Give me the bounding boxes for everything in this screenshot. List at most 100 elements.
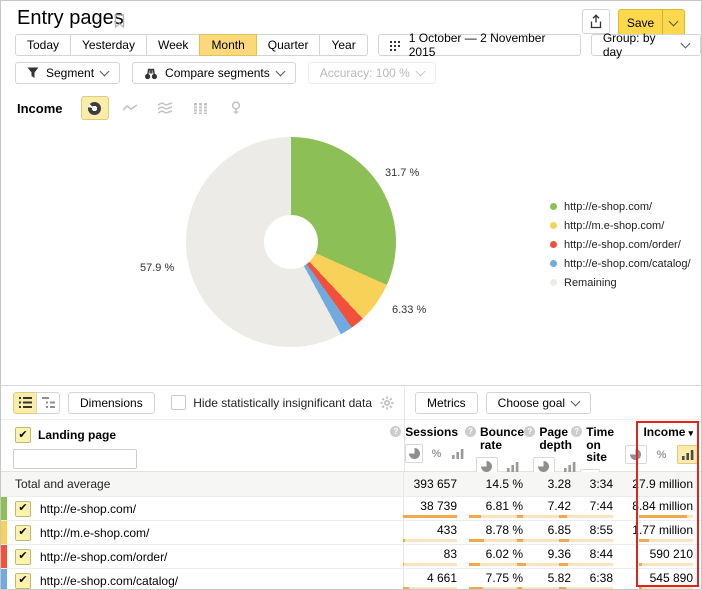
segment-button[interactable]: Segment (15, 62, 120, 84)
column-sort-control[interactable]: Sessions (405, 426, 458, 439)
help-icon[interactable]: ? (524, 426, 535, 437)
period-tab-quarter[interactable]: Quarter (256, 34, 321, 56)
percent-view-icon[interactable]: % (428, 445, 444, 462)
hide-insignificant-checkbox[interactable] (171, 395, 186, 410)
date-range-button[interactable]: 1 October — 2 November 2015 (378, 34, 581, 56)
column-label: on site (586, 439, 614, 463)
metric-cell: 14.5 % (465, 472, 531, 496)
period-tab-year[interactable]: Year (319, 34, 367, 56)
metric-bar (559, 515, 613, 518)
metric-bar (403, 587, 457, 590)
chevron-down-icon (415, 67, 425, 77)
metric-value: 433 (437, 524, 457, 537)
row-checkbox[interactable]: ✔ (15, 549, 31, 565)
choose-goal-button[interactable]: Choose goal (486, 392, 591, 414)
legend-item[interactable]: http://e-shop.com/ (550, 197, 691, 216)
period-tab-yesterday[interactable]: Yesterday (70, 34, 147, 56)
landing-page-url[interactable]: http://e-shop.com/order/ (40, 550, 167, 564)
legend-item[interactable]: http://e-shop.com/order/ (550, 235, 691, 254)
metrics-button[interactable]: Metrics (415, 392, 478, 414)
landing-page-url[interactable]: http://e-shop.com/catalog/ (40, 574, 178, 588)
percent-view-icon[interactable]: % (652, 446, 672, 463)
row-color-stripe (1, 569, 7, 590)
column-label: rate (480, 439, 524, 451)
metric-cell: 3:34 (579, 472, 621, 496)
period-tab-month[interactable]: Month (199, 34, 256, 56)
column-sort-control[interactable]: Pagedepth (539, 426, 572, 452)
metric-cell: 8:44 (579, 545, 621, 568)
bars-view-icon[interactable] (677, 445, 699, 464)
income-donut-chart[interactable] (186, 137, 396, 347)
group-by-button[interactable]: Group: by day (591, 34, 701, 56)
metric-value: 3:34 (590, 478, 613, 491)
metric-bar (639, 587, 693, 590)
chevron-down-icon (669, 17, 679, 27)
stacked-areas-icon[interactable] (153, 97, 179, 119)
row-checkbox[interactable]: ✔ (15, 501, 31, 517)
sort-desc-icon: ▾ (688, 428, 693, 438)
row-color-stripe (1, 545, 7, 568)
metric-bar (469, 515, 523, 518)
columns-chart-icon[interactable] (188, 97, 214, 119)
row-checkbox[interactable]: ✔ (15, 525, 31, 541)
metric-value: 27.9 million (632, 478, 693, 491)
map-icon[interactable] (223, 97, 249, 119)
metric-bar (403, 563, 457, 566)
period-tab-today[interactable]: Today (15, 34, 71, 56)
period-tabs: TodayYesterdayWeekMonthQuarterYear (15, 34, 368, 56)
metric-bar (403, 515, 457, 518)
chevron-down-icon (681, 39, 691, 49)
period-tab-week[interactable]: Week (146, 34, 200, 56)
bookmark-icon[interactable] (114, 14, 125, 28)
line-chart-icon[interactable] (118, 97, 144, 119)
column-sort-control[interactable]: Timeon site (586, 426, 614, 464)
metric-value: 6:38 (590, 572, 613, 585)
column-label: depth (539, 439, 572, 451)
table-row[interactable]: ✔http://e-shop.com/catalog/4 6617.75 %5.… (1, 569, 701, 590)
table-toolbar-left: Dimensions Hide statistically insignific… (1, 386, 404, 420)
export-icon (589, 14, 603, 29)
select-all-checkbox[interactable]: ✔ (15, 427, 31, 443)
landing-page-url[interactable]: http://e-shop.com/ (40, 502, 136, 516)
page-title: Entry pages (17, 7, 124, 30)
table-row[interactable]: ✔http://e-shop.com/order/836.02 %9.368:4… (1, 545, 701, 569)
row-color-stripe (1, 497, 7, 520)
table-row[interactable]: ✔http://e-shop.com/38 7396.81 %7.427:448… (1, 497, 701, 521)
slice-callout: 31.7 % (385, 167, 419, 179)
row-checkbox[interactable]: ✔ (15, 573, 31, 589)
accuracy-button[interactable]: Accuracy: 100 % (308, 62, 436, 84)
metric-bar (639, 539, 693, 542)
gear-icon[interactable] (380, 396, 394, 410)
compare-segments-button[interactable]: Compare segments (132, 62, 296, 84)
donut-chart-icon[interactable] (81, 96, 109, 120)
metric-cell: 545 890 (621, 569, 701, 590)
help-icon[interactable]: ? (571, 426, 582, 437)
tree-view-icon[interactable] (36, 392, 60, 414)
legend-item[interactable]: http://e-shop.com/catalog/ (550, 254, 691, 273)
chevron-down-icon (571, 396, 581, 406)
column-sort-control[interactable]: Income▾ (643, 426, 693, 440)
list-view-icon[interactable] (13, 392, 37, 414)
legend-swatch-icon (550, 203, 557, 210)
legend-item[interactable]: Remaining (550, 273, 691, 292)
metric-value: 8.84 million (632, 500, 693, 513)
pie-view-icon[interactable] (405, 444, 423, 463)
pie-view-icon[interactable] (625, 445, 647, 464)
metric-cell: 393 657 (404, 472, 465, 496)
hide-insignificant-label[interactable]: Hide statistically insignificant data (193, 396, 372, 410)
metric-cell: 4 661 (404, 569, 465, 590)
legend-item[interactable]: http://m.e-shop.com/ (550, 216, 691, 235)
segment-label: Segment (46, 66, 94, 80)
landing-page-filter-input[interactable] (13, 449, 137, 469)
landing-page-url[interactable]: http://m.e-shop.com/ (40, 526, 149, 540)
metric-cell: 3.28 (531, 472, 579, 496)
help-icon[interactable]: ? (465, 426, 476, 437)
metric-value: 1.77 million (632, 524, 693, 537)
bars-view-icon[interactable] (450, 445, 466, 462)
metric-value: 83 (444, 548, 457, 561)
dimensions-button[interactable]: Dimensions (68, 392, 155, 414)
metric-cell: 590 210 (621, 545, 701, 568)
column-sort-control[interactable]: Bouncerate (480, 426, 524, 452)
group-by-label: Group: by day (603, 31, 675, 59)
table-row[interactable]: ✔http://m.e-shop.com/4338.78 %6.858:551.… (1, 521, 701, 545)
